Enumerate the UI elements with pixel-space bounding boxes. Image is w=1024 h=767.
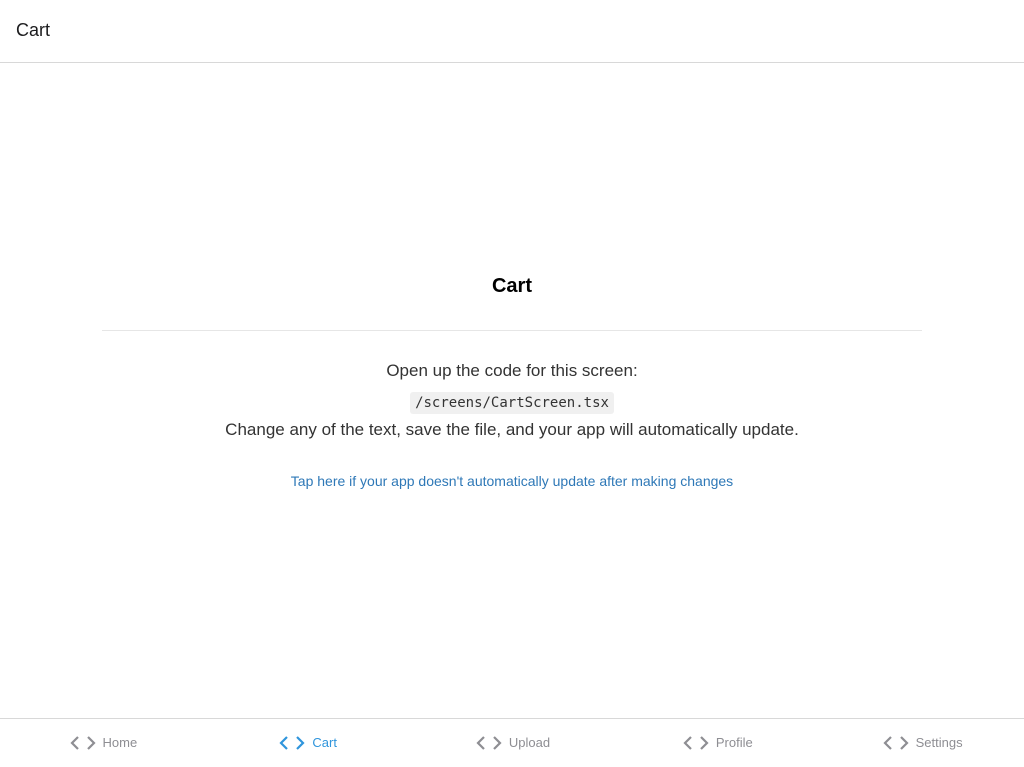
tab-label: Upload bbox=[508, 735, 551, 750]
code-path-container: /screens/CartScreen.tsx bbox=[0, 392, 1024, 414]
intro-text: Open up the code for this screen: bbox=[386, 361, 638, 380]
tab-label: Cart bbox=[312, 735, 337, 750]
bottom-tab-bar: Home Cart Upload Profile Settings bbox=[0, 718, 1024, 767]
help-link[interactable]: Tap here if your app doesn't automatical… bbox=[0, 472, 1024, 490]
tab-home[interactable]: Home bbox=[0, 719, 205, 767]
tab-profile[interactable]: Profile bbox=[614, 719, 819, 767]
tab-settings[interactable]: Settings bbox=[819, 719, 1024, 767]
main-content[interactable]: Cart Open up the code for this screen: /… bbox=[0, 64, 1024, 718]
tab-label: Settings bbox=[915, 735, 963, 750]
header-title: Cart bbox=[16, 20, 51, 40]
app-root: Cart Cart Open up the code for this scre… bbox=[0, 0, 1024, 767]
change-instructions: Change any of the text, save the file, a… bbox=[225, 420, 799, 439]
tab-label: Home bbox=[102, 735, 138, 750]
separator bbox=[102, 330, 922, 331]
code-icon bbox=[476, 736, 502, 750]
code-icon bbox=[279, 736, 305, 750]
code-icon bbox=[683, 736, 709, 750]
screen-title: Cart bbox=[491, 275, 532, 297]
code-icon bbox=[883, 736, 909, 750]
help-link-text[interactable]: Tap here if your app doesn't automatical… bbox=[291, 473, 733, 489]
tab-cart[interactable]: Cart bbox=[205, 719, 410, 767]
tab-label: Profile bbox=[715, 735, 753, 750]
tab-upload[interactable]: Upload bbox=[410, 719, 615, 767]
code-icon bbox=[69, 736, 96, 750]
code-path: /screens/CartScreen.tsx bbox=[410, 392, 614, 414]
header-bar: Cart bbox=[0, 0, 1024, 63]
